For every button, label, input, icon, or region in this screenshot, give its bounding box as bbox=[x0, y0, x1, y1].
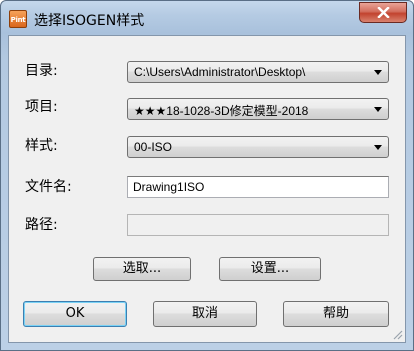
title-bar[interactable]: Pint 选择ISOGEN样式 bbox=[1, 1, 413, 35]
style-value: 00-ISO bbox=[134, 140, 173, 154]
filename-value: Drawing1ISO bbox=[133, 180, 205, 194]
chevron-down-icon[interactable] bbox=[374, 107, 382, 112]
project-combobox[interactable]: ★★★18-1028-3D修定模型-2018 bbox=[127, 98, 389, 120]
chevron-down-icon[interactable] bbox=[374, 70, 382, 75]
chevron-down-icon[interactable] bbox=[374, 145, 382, 150]
dialog-window: Pint 选择ISOGEN样式 目录: C:\Users\Administrat… bbox=[0, 0, 414, 351]
pint-app-icon: Pint bbox=[9, 10, 27, 28]
path-input bbox=[127, 214, 389, 236]
path-label: 路径: bbox=[25, 217, 58, 233]
filename-input[interactable]: Drawing1ISO bbox=[127, 176, 389, 198]
close-x-icon bbox=[377, 7, 390, 18]
project-label: 项目: bbox=[25, 99, 58, 115]
project-value: ★★★18-1028-3D修定模型-2018 bbox=[134, 104, 309, 118]
close-button[interactable] bbox=[359, 2, 407, 23]
cancel-button[interactable]: 取消 bbox=[153, 301, 257, 327]
resize-grip-icon[interactable] bbox=[391, 328, 403, 340]
filename-label: 文件名: bbox=[25, 179, 72, 195]
directory-label: 目录: bbox=[25, 63, 58, 79]
directory-value: C:\Users\Administrator\Desktop\ bbox=[134, 65, 306, 79]
dialog-client-area: 目录: C:\Users\Administrator\Desktop\ 项目: … bbox=[8, 35, 406, 343]
ok-button[interactable]: OK bbox=[23, 301, 127, 327]
style-combobox[interactable]: 00-ISO bbox=[127, 136, 389, 158]
directory-combobox[interactable]: C:\Users\Administrator\Desktop\ bbox=[127, 61, 389, 83]
style-label: 样式: bbox=[25, 138, 58, 154]
settings-button[interactable]: 设置... bbox=[219, 257, 321, 281]
help-button[interactable]: 帮助 bbox=[283, 301, 389, 327]
select-button[interactable]: 选取... bbox=[93, 257, 191, 281]
window-title: 选择ISOGEN样式 bbox=[34, 13, 145, 29]
